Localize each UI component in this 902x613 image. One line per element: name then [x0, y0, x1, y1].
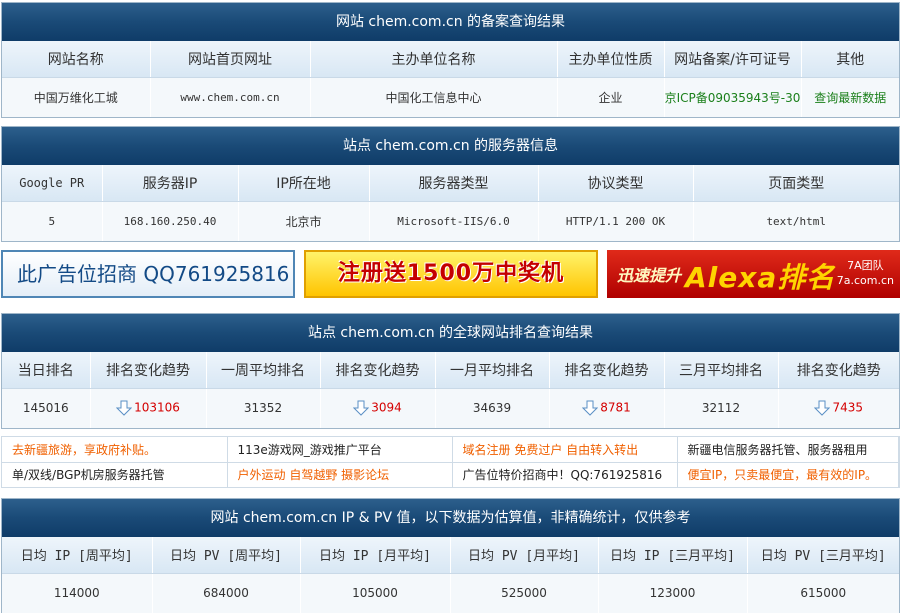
- rank-header-3month: 三月平均排名: [664, 352, 779, 389]
- promo-link-xinjiang-travel[interactable]: 去新疆旅游，享政府补贴。: [2, 437, 228, 463]
- server-pr: 5: [2, 201, 103, 241]
- rank-table: 当日排名 排名变化趋势 一周平均排名 排名变化趋势 一月平均排名 排名变化趋势 …: [2, 352, 899, 428]
- rank-trend-daily: 103106: [90, 388, 207, 428]
- rank-title: 站点 chem.com.cn 的全球网站排名查询结果: [2, 314, 899, 352]
- icp-site-name: 中国万维化工城: [2, 77, 151, 117]
- ad-alexa-team-site: 7a.com.cn: [836, 274, 894, 287]
- promo-link-113e-games[interactable]: 113e游戏网_游戏推广平台: [227, 437, 453, 463]
- rank-header-trend-week: 排名变化趋势: [320, 352, 436, 389]
- server-panel: 站点 chem.com.cn 的服务器信息 Google PR 服务器IP IP…: [1, 126, 900, 242]
- rank-header-trend-3month: 排名变化趋势: [778, 352, 899, 389]
- rank-trend-3month: 7435: [778, 388, 899, 428]
- refresh-data-link[interactable]: 查询最新数据: [801, 77, 899, 117]
- promo-link-outdoor-sports[interactable]: 户外运动 自驾越野 摄影论坛: [227, 462, 453, 487]
- server-ip: 168.160.250.40: [102, 201, 239, 241]
- icp-org-type: 企业: [557, 77, 665, 117]
- pv-table: 日均 IP [周平均] 日均 PV [周平均] 日均 IP [月平均] 日均 P…: [2, 537, 899, 613]
- icp-header-homepage: 网站首页网址: [150, 41, 311, 78]
- ad-banner-register[interactable]: 注册送1500万中奖机: [304, 250, 598, 298]
- rank-daily: 145016: [2, 388, 91, 428]
- server-header-page-type: 页面类型: [693, 165, 899, 202]
- server-header-location: IP所在地: [238, 165, 370, 202]
- pv-header-pv-week: 日均 PV [周平均]: [152, 537, 301, 574]
- icp-title: 网站 chem.com.cn 的备案查询结果: [2, 3, 899, 41]
- server-header-protocol: 协议类型: [538, 165, 694, 202]
- pv-panel: 网站 chem.com.cn IP & PV 值，以下数据为估算值，非精确统计，…: [1, 498, 900, 613]
- pv-header-ip-week: 日均 IP [周平均]: [2, 537, 153, 574]
- promo-link-bgp-hosting[interactable]: 单/双线/BGP机房服务器托管: [2, 462, 228, 487]
- rank-trend-week-value: 3094: [371, 400, 402, 415]
- server-protocol: HTTP/1.1 200 OK: [538, 201, 694, 241]
- server-table: Google PR 服务器IP IP所在地 服务器类型 协议类型 页面类型 5 …: [2, 165, 899, 241]
- icp-homepage-url: www.chem.com.cn: [150, 77, 311, 117]
- icp-header-org-name: 主办单位名称: [310, 41, 558, 78]
- pv-ip-month: 105000: [300, 573, 451, 613]
- rank-header-month: 一月平均排名: [435, 352, 550, 389]
- ad-banner-recruit[interactable]: 此广告位招商 QQ761925816: [1, 250, 295, 298]
- arrow-down-icon: [116, 400, 133, 416]
- promo-link-xinjiang-telecom[interactable]: 新疆电信服务器托管、服务器租用: [677, 437, 899, 463]
- server-header-type: 服务器类型: [369, 165, 539, 202]
- rank-header-trend-month: 排名变化趋势: [549, 352, 665, 389]
- promo-links-grid: 去新疆旅游，享政府补贴。 113e游戏网_游戏推广平台 域名注册 免费过户 自由…: [1, 436, 900, 488]
- rank-panel: 站点 chem.com.cn 的全球网站排名查询结果 当日排名 排名变化趋势 一…: [1, 313, 900, 429]
- pv-header-pv-3month: 日均 PV [三月平均]: [747, 537, 899, 574]
- server-header-pr: Google PR: [2, 165, 103, 202]
- pv-title: 网站 chem.com.cn IP & PV 值，以下数据为估算值，非精确统计，…: [2, 499, 899, 537]
- arrow-down-icon: [582, 400, 599, 416]
- rank-header-week: 一周平均排名: [206, 352, 321, 389]
- server-page-type: text/html: [693, 201, 899, 241]
- rank-month: 34639: [435, 388, 550, 428]
- icp-org-name: 中国化工信息中心: [310, 77, 558, 117]
- ad-alexa-team-name: 7A团队: [847, 259, 884, 272]
- promo-link-cheap-ip[interactable]: 便宜IP，只卖最便宜，最有效的IP。: [677, 462, 899, 487]
- rank-trend-3month-value: 7435: [832, 400, 864, 415]
- arrow-down-icon: [353, 400, 370, 416]
- ad-banner-register-text: 注册送1500万中奖机: [337, 261, 565, 286]
- rank-trend-week: 3094: [320, 388, 436, 428]
- server-type: Microsoft-IIS/6.0: [369, 201, 539, 241]
- server-header-ip: 服务器IP: [102, 165, 239, 202]
- rank-header-trend-daily: 排名变化趋势: [90, 352, 207, 389]
- promo-link-ad-recruit[interactable]: 广告位特价招商中！QQ:761925816: [452, 462, 678, 487]
- arrow-down-icon: [814, 400, 831, 416]
- rank-3month: 32112: [664, 388, 779, 428]
- pv-pv-month: 525000: [450, 573, 599, 613]
- pv-header-pv-month: 日均 PV [月平均]: [450, 537, 599, 574]
- ad-alexa-small-text: 迅速提升: [617, 266, 682, 285]
- ad-alexa-big-text: Alexa排名: [685, 261, 836, 294]
- icp-header-org-type: 主办单位性质: [557, 41, 665, 78]
- pv-pv-3month: 615000: [747, 573, 899, 613]
- icp-header-license: 网站备案/许可证号: [664, 41, 802, 78]
- pv-pv-week: 684000: [152, 573, 301, 613]
- ad-banner-alexa[interactable]: 迅速提升 Alexa排名 7A团队 7a.com.cn: [607, 250, 900, 298]
- icp-panel: 网站 chem.com.cn 的备案查询结果 网站名称 网站首页网址 主办单位名…: [1, 2, 900, 118]
- icp-license-link[interactable]: 京ICP备09035943号-30: [664, 77, 802, 117]
- icp-header-site-name: 网站名称: [2, 41, 151, 78]
- rank-trend-daily-value: 103106: [134, 400, 180, 415]
- icp-table: 网站名称 网站首页网址 主办单位名称 主办单位性质 网站备案/许可证号 其他 中…: [2, 41, 899, 117]
- rank-trend-month: 8781: [549, 388, 665, 428]
- ad-banner-recruit-text: 此广告位招商 QQ761925816: [17, 262, 290, 286]
- server-location: 北京市: [238, 201, 370, 241]
- promo-link-domain-register[interactable]: 域名注册 免费过户 自由转入转出: [452, 437, 678, 463]
- pv-header-ip-3month: 日均 IP [三月平均]: [598, 537, 748, 574]
- rank-trend-month-value: 8781: [600, 400, 631, 415]
- pv-ip-3month: 123000: [598, 573, 748, 613]
- ad-alexa-team: 7A团队 7a.com.cn: [837, 258, 894, 288]
- pv-header-ip-month: 日均 IP [月平均]: [300, 537, 451, 574]
- server-title: 站点 chem.com.cn 的服务器信息: [2, 127, 899, 165]
- icp-header-other: 其他: [801, 41, 899, 78]
- rank-header-daily: 当日排名: [2, 352, 91, 389]
- rank-week: 31352: [206, 388, 321, 428]
- pv-ip-week: 114000: [2, 573, 153, 613]
